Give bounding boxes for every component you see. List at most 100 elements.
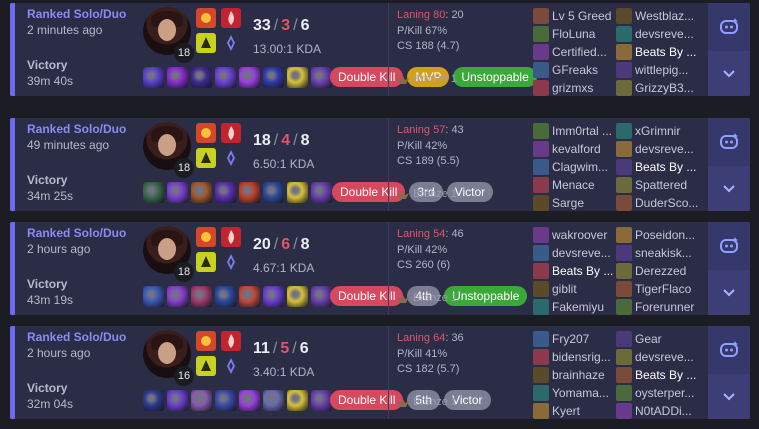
- player-entry[interactable]: Sarge: [533, 195, 616, 211]
- player-name[interactable]: Kyert: [552, 404, 616, 418]
- player-name[interactable]: Yomama...: [552, 386, 616, 400]
- match-card[interactable]: Ranked Solo/Duo 2 hours ago Victory 43m 19s…: [10, 222, 750, 315]
- player-name[interactable]: Beats By ...: [635, 368, 699, 382]
- expand-match-button[interactable]: [708, 51, 750, 96]
- player-name[interactable]: devsreve...: [635, 142, 699, 156]
- player-name[interactable]: GrizzyB3...: [635, 81, 699, 95]
- player-entry[interactable]: Yomama...: [533, 385, 616, 401]
- item-icon[interactable]: [191, 182, 212, 203]
- item-icon[interactable]: [287, 286, 308, 307]
- player-entry[interactable]: DuderSco...: [616, 195, 699, 211]
- player-entry[interactable]: Beats By ...: [616, 159, 699, 175]
- player-name[interactable]: brainhaze: [552, 368, 616, 382]
- item-icon[interactable]: [263, 67, 284, 88]
- player-entry[interactable]: brainhaze: [533, 367, 616, 383]
- player-name[interactable]: Beats By ...: [635, 160, 699, 174]
- player-name[interactable]: giblit: [552, 282, 616, 296]
- item-icon[interactable]: [287, 67, 308, 88]
- keystone-rune-icon[interactable]: [196, 148, 216, 168]
- item-icon[interactable]: [311, 286, 332, 307]
- player-name[interactable]: Lv 5 Greed: [552, 9, 616, 23]
- player-entry[interactable]: GFreaks: [533, 62, 616, 78]
- item-icon[interactable]: [263, 390, 284, 411]
- item-icon[interactable]: [143, 286, 164, 307]
- item-icon[interactable]: [167, 390, 188, 411]
- ai-analysis-button[interactable]: [708, 222, 750, 269]
- player-entry[interactable]: Spattered: [616, 177, 699, 193]
- player-entry[interactable]: Certified...: [533, 44, 616, 60]
- player-entry[interactable]: N0tADDi...: [616, 403, 699, 419]
- secondary-rune-icon[interactable]: [221, 148, 241, 168]
- ai-analysis-button[interactable]: [708, 118, 750, 165]
- flash-spell-icon[interactable]: [196, 227, 216, 247]
- keystone-rune-icon[interactable]: [196, 252, 216, 272]
- player-name[interactable]: GFreaks: [552, 63, 616, 77]
- player-name[interactable]: TigerFlaco: [635, 282, 699, 296]
- item-icon[interactable]: [143, 67, 164, 88]
- item-icon[interactable]: [239, 390, 260, 411]
- player-entry[interactable]: Forerunner: [616, 299, 699, 315]
- player-name[interactable]: Beats By ...: [635, 45, 699, 59]
- player-entry[interactable]: Gear: [616, 331, 699, 347]
- player-name[interactable]: xGrimnir: [635, 124, 699, 138]
- player-name[interactable]: FloLuna: [552, 27, 616, 41]
- item-icon[interactable]: [167, 67, 188, 88]
- player-entry[interactable]: sneakisk...: [616, 245, 699, 261]
- flash-spell-icon[interactable]: [196, 331, 216, 351]
- player-entry[interactable]: Beats By ...: [616, 367, 699, 383]
- ignite-spell-icon[interactable]: [221, 123, 241, 143]
- player-entry[interactable]: kevalford: [533, 141, 616, 157]
- flash-spell-icon[interactable]: [196, 123, 216, 143]
- player-name[interactable]: Fry207: [552, 332, 616, 346]
- player-entry[interactable]: devsreve...: [616, 141, 699, 157]
- player-entry[interactable]: bidensrig...: [533, 349, 616, 365]
- item-icon[interactable]: [287, 390, 308, 411]
- player-entry[interactable]: Lv 5 Greed: [533, 8, 616, 24]
- item-icon[interactable]: [191, 67, 212, 88]
- item-icon[interactable]: [311, 67, 332, 88]
- item-icon[interactable]: [167, 182, 188, 203]
- item-icon[interactable]: [143, 182, 164, 203]
- flash-spell-icon[interactable]: [196, 8, 216, 28]
- item-icon[interactable]: [263, 286, 284, 307]
- item-icon[interactable]: [143, 390, 164, 411]
- keystone-rune-icon[interactable]: [196, 33, 216, 53]
- item-icon[interactable]: [239, 182, 260, 203]
- secondary-rune-icon[interactable]: [221, 33, 241, 53]
- player-entry[interactable]: oysterper...: [616, 385, 699, 401]
- player-entry[interactable]: grizmxs: [533, 80, 616, 96]
- player-entry[interactable]: wakroover: [533, 227, 616, 243]
- player-entry[interactable]: Derezzed: [616, 263, 699, 279]
- player-name[interactable]: devsreve...: [635, 27, 699, 41]
- player-name[interactable]: Sarge: [552, 196, 616, 210]
- player-name[interactable]: wakroover: [552, 228, 616, 242]
- player-name[interactable]: devsreve...: [635, 350, 699, 364]
- ai-analysis-button[interactable]: [708, 3, 750, 50]
- player-entry[interactable]: FloLuna: [533, 26, 616, 42]
- secondary-rune-icon[interactable]: [221, 356, 241, 376]
- player-entry[interactable]: giblit: [533, 281, 616, 297]
- player-name[interactable]: Certified...: [552, 45, 616, 59]
- expand-match-button[interactable]: [708, 374, 750, 419]
- expand-match-button[interactable]: [708, 166, 750, 211]
- player-entry[interactable]: Beats By ...: [533, 263, 616, 279]
- item-icon[interactable]: [191, 390, 212, 411]
- player-name[interactable]: Poseidon...: [635, 228, 699, 242]
- player-entry[interactable]: wittlepig...: [616, 62, 699, 78]
- ignite-spell-icon[interactable]: [221, 8, 241, 28]
- expand-match-button[interactable]: [708, 270, 750, 315]
- item-icon[interactable]: [215, 390, 236, 411]
- player-name[interactable]: Derezzed: [635, 264, 699, 278]
- item-icon[interactable]: [215, 182, 236, 203]
- player-entry[interactable]: Fry207: [533, 331, 616, 347]
- player-name[interactable]: sneakisk...: [635, 246, 699, 260]
- player-name[interactable]: Imm0rtal ...: [552, 124, 616, 138]
- match-card[interactable]: Ranked Solo/Duo 2 hours ago Victory 32m 04s…: [10, 326, 750, 419]
- item-icon[interactable]: [263, 182, 284, 203]
- player-name[interactable]: devsreve...: [552, 246, 616, 260]
- ai-analysis-button[interactable]: [708, 326, 750, 373]
- player-entry[interactable]: Beats By ...: [616, 44, 699, 60]
- item-icon[interactable]: [311, 182, 332, 203]
- keystone-rune-icon[interactable]: [196, 356, 216, 376]
- match-card[interactable]: Ranked Solo/Duo 49 minutes ago Victory 34m …: [10, 118, 750, 211]
